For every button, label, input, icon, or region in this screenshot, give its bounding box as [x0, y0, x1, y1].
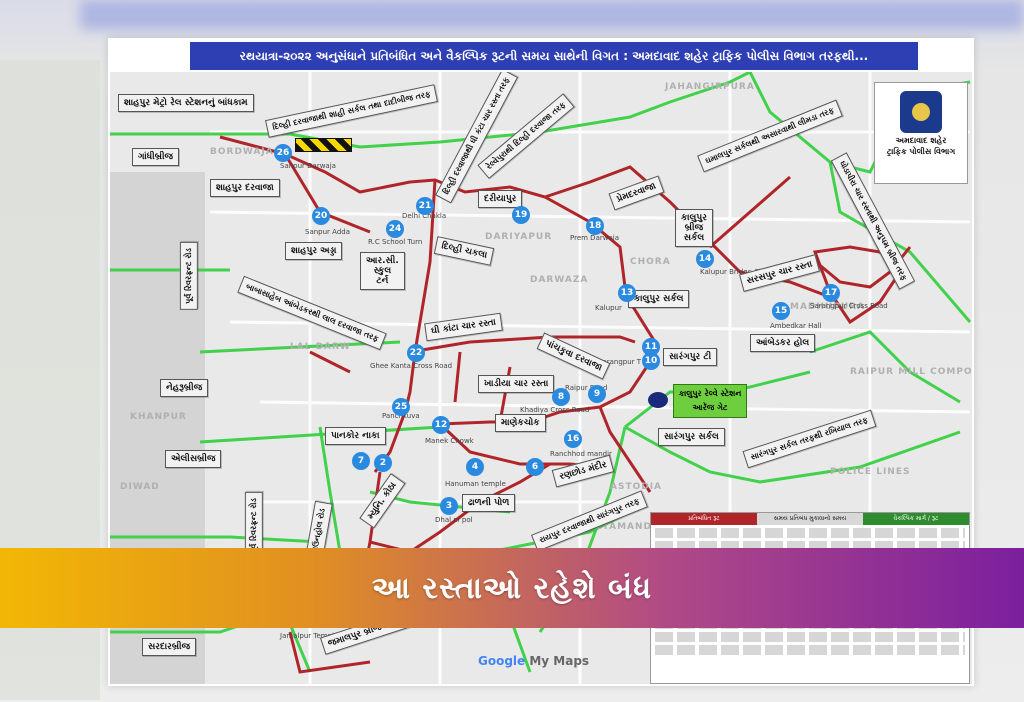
place-name: Ambedkar Hall [770, 322, 822, 330]
station-label: કાલુપુર રેલ્વે સ્ટેશન આરેંજ ગેટ [673, 384, 747, 418]
route-label: દરીયાપુર [478, 190, 523, 208]
table-header-cell: વૈકલ્પિક માર્ગ / રૂટ [863, 513, 969, 525]
route-marker: 19 [512, 206, 530, 224]
construction-barrier-icon [295, 138, 352, 152]
route-marker: 16 [564, 430, 582, 448]
road-label: પૂર્વ રિવરફ્રન્ટ રોડ [179, 242, 198, 310]
place-name: Dhal ni pol [435, 516, 473, 524]
timing-table-header: પ્રતિબંધિત રૂટ સમય પ્રતિબંધ મુકાવાનો સમય… [651, 513, 969, 525]
place-name: Sarangpur Cross Road [810, 302, 888, 310]
place-name: Ghee Kanta Cross Road [370, 362, 453, 370]
route-marker: 25 [392, 398, 410, 416]
bridge-label: સરદારબ્રીજ [142, 638, 197, 656]
area-label: ASTODIA [610, 482, 663, 492]
route-marker: 15 [772, 302, 790, 320]
station-dot-icon [648, 392, 668, 408]
bridge-label: નેહરૂબ્રીજ [160, 379, 209, 397]
area-label: JAHANGIRPURA [665, 82, 755, 92]
route-label: ઢાળની પોળ [462, 494, 516, 512]
place-name: Khadiya Cross Road [520, 406, 590, 414]
route-marker: 20 [312, 207, 330, 225]
route-marker: 4 [466, 458, 484, 476]
traffic-police-logo: અમદાવાદ શહેર ટ્રાફિક પોલીસ વિભાગ [874, 82, 968, 184]
place-name: Sanpur Darwaja [280, 162, 336, 170]
route-label: આર.સી. સ્કુલ ટર્ન [360, 252, 405, 290]
area-label: BORDWAJA [210, 147, 274, 157]
logo-line-2: ટ્રાફિક પોલીસ વિભાગ [886, 147, 956, 156]
area-label: LAL DARW [290, 342, 351, 352]
my-maps-wordmark: My Maps [525, 654, 590, 668]
route-marker: 24 [386, 220, 404, 238]
google-my-maps-logo: Google My Maps [478, 654, 589, 668]
route-label: કાલુપુર બ્રીજ સર્કલ [675, 209, 713, 247]
area-label: DIWAD [120, 482, 160, 492]
station-label-text: કાલુપુર રેલ્વે સ્ટેશન આરેંજ ગેટ [678, 389, 742, 412]
route-marker: 18 [586, 217, 604, 235]
route-label: સારંગપુર ટી [663, 348, 718, 366]
place-name: Prem Darwaja [570, 234, 619, 242]
place-name: Sanpur Adda [305, 228, 350, 236]
route-marker: 21 [416, 197, 434, 215]
route-marker: 13 [618, 284, 636, 302]
area-label: POLICE LINES [830, 467, 911, 477]
google-wordmark: Google [478, 654, 526, 668]
metro-construction-label: શાહપુર મેટ્રો રેલ સ્ટેશનનું બાંધકામ [118, 94, 254, 112]
bridge-label: એલીસબ્રીજ [165, 450, 222, 468]
area-label: KHANPUR [130, 412, 187, 422]
background-strip [80, 0, 1024, 30]
route-label: કાલુપુર સર્કલ [628, 290, 690, 308]
route-label: આંબેડકર હોલ [750, 334, 816, 352]
route-marker: 3 [440, 497, 458, 515]
route-marker: 9 [588, 385, 606, 403]
route-label: શાહપુર અડ્ડા [285, 242, 343, 260]
route-marker: 10 [642, 352, 660, 370]
area-label: DARIYAPUR [485, 232, 553, 242]
area-label: DARWAZA [530, 275, 589, 285]
place-name: Kalupur [595, 304, 622, 312]
route-marker: 6 [526, 458, 544, 476]
route-marker: 8 [552, 388, 570, 406]
area-label: CHORA [630, 257, 671, 267]
place-name: R.C School Turn [368, 238, 423, 246]
route-marker: 12 [432, 416, 450, 434]
route-marker: 14 [696, 250, 714, 268]
table-header-cell: પ્રતિબંધિત રૂટ [651, 513, 757, 525]
place-name: Manek Chowk [425, 437, 474, 445]
route-label: પાનકોર નાકા [325, 427, 386, 445]
route-marker: 26 [274, 144, 292, 162]
table-header-cell: સમય પ્રતિબંધ મુકાવાનો સમય [757, 513, 863, 525]
route-label: શાહપુર દરવાજા [210, 179, 280, 197]
bridge-label: ગાંધીબ્રીજ [132, 148, 180, 166]
route-marker: 7 [352, 452, 370, 470]
headline-text: આ રસ્તાઓ રહેશે બંધ [371, 570, 653, 606]
area-label: RAIPUR MILL COMPOUND [850, 367, 972, 377]
route-label: ખાડીયા ચાર રસ્તા [478, 375, 555, 393]
route-label: સારંગપુર સર્કલ [658, 428, 725, 446]
logo-line-1: અમદાવાદ શહેર [895, 136, 947, 145]
map-banner-title: રથયાત્રા-૨૦૨૨ અનુસંધાને પ્રતિબંધિત અને વ… [190, 42, 918, 70]
route-marker: 17 [822, 284, 840, 302]
headline-overlay: આ રસ્તાઓ રહેશે બંધ [0, 548, 1024, 628]
route-label: માણેકચોક [495, 414, 546, 432]
police-seal-icon [900, 91, 942, 133]
route-marker: 2 [374, 454, 392, 472]
route-marker: 22 [407, 344, 425, 362]
place-name: Hanuman temple [445, 480, 506, 488]
